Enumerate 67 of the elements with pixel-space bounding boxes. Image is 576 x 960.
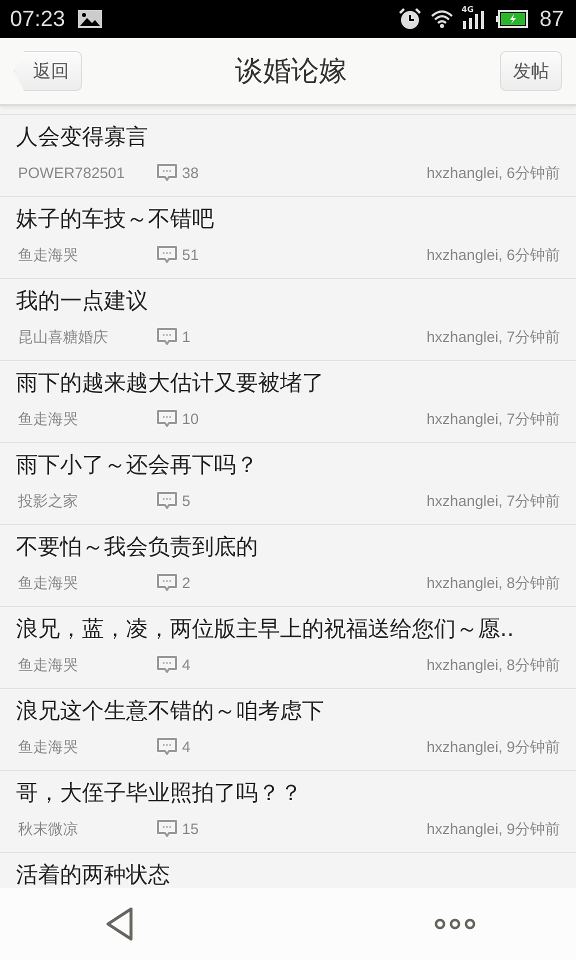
last-reply: hxzhanglei, 7分钟前 <box>426 410 560 428</box>
post-title: 活着的两种状态 <box>16 862 171 888</box>
last-reply: hxzhanglei, 9分钟前 <box>426 738 560 756</box>
post-author: 投影之家 <box>17 492 79 510</box>
post-item[interactable]: 人会变得寡言 POWER782501 38 hxzhanglei, 6分钟前 <box>0 115 576 197</box>
post-title: 人会变得寡言 <box>16 124 149 152</box>
comment-icon <box>156 819 178 839</box>
post-item[interactable]: 雨下小了～还会再下吗？ 投影之家 5 hxzhanglei, 7分钟前 <box>0 443 576 525</box>
reply-count: 4 <box>182 656 190 674</box>
reply-count: 1 <box>182 328 190 346</box>
post-title: 浪兄这个生意不错的～咱考虑下 <box>16 698 325 726</box>
post-author: 鱼走海哭 <box>17 246 79 264</box>
reply-count: 38 <box>182 164 199 182</box>
post-item[interactable]: 活着的两种状态 <box>0 853 576 888</box>
post-item[interactable]: 雨下的越来越大估计又要被堵了 鱼走海哭 10 hxzhanglei, 7分钟前 <box>0 361 576 443</box>
page-title: 谈婚论嫁 <box>235 53 347 89</box>
last-reply: hxzhanglei, 9分钟前 <box>426 820 560 838</box>
more-icon[interactable] <box>434 917 476 931</box>
post-item[interactable]: 我的一点建议 昆山喜糖婚庆 1 hxzhanglei, 7分钟前 <box>0 279 576 361</box>
reply-count: 5 <box>182 492 190 510</box>
last-reply: hxzhanglei, 6分钟前 <box>426 164 560 182</box>
clock-time: 07:23 <box>10 6 66 32</box>
last-reply: hxzhanglei, 8分钟前 <box>426 656 560 674</box>
comment-icon <box>156 655 178 675</box>
battery-icon <box>496 10 528 28</box>
post-button[interactable]: 发帖 <box>500 51 562 91</box>
wifi-icon <box>430 9 454 29</box>
post-author: 鱼走海哭 <box>17 574 79 592</box>
reply-count: 15 <box>182 820 199 838</box>
post-title: 哥，大侄子毕业照拍了吗？？ <box>16 780 303 808</box>
comment-icon <box>156 409 178 429</box>
post-title: 雨下小了～还会再下吗？ <box>16 452 259 480</box>
network-type: 4G <box>462 5 474 14</box>
comment-icon <box>156 573 178 593</box>
post-title: 雨下的越来越大估计又要被堵了 <box>16 370 325 398</box>
post-item[interactable]: 浪兄这个生意不错的～咱考虑下 鱼走海哭 4 hxzhanglei, 9分钟前 <box>0 689 576 771</box>
post-item[interactable]: 不要怕～我会负责到底的 鱼走海哭 2 hxzhanglei, 8分钟前 <box>0 525 576 607</box>
comment-icon <box>156 163 178 183</box>
post-author: 鱼走海哭 <box>17 410 79 428</box>
post-title: 妹子的车技～不错吧 <box>16 206 215 234</box>
reply-count: 2 <box>182 574 190 592</box>
post-author: POWER782501 <box>17 164 126 182</box>
last-reply: hxzhanglei, 8分钟前 <box>426 574 560 592</box>
post-author: 昆山喜糖婚庆 <box>17 328 109 346</box>
last-reply: hxzhanglei, 6分钟前 <box>426 246 560 264</box>
last-reply: hxzhanglei, 7分钟前 <box>426 492 560 510</box>
comment-icon <box>156 737 178 757</box>
last-reply: hxzhanglei, 7分钟前 <box>426 328 560 346</box>
post-author: 鱼走海哭 <box>17 738 79 756</box>
image-icon <box>77 9 104 29</box>
post-title: 浪兄，蓝，凌，两位版主早上的祝福送给您们～愿.. <box>16 616 515 644</box>
alarm-icon <box>398 7 422 31</box>
post-title: 不要怕～我会负责到底的 <box>16 534 259 562</box>
post-author: 鱼走海哭 <box>17 656 79 674</box>
comment-icon <box>156 327 178 347</box>
post-item[interactable]: 浪兄，蓝，凌，两位版主早上的祝福送给您们～愿.. 鱼走海哭 4 hxzhanglei, 8分钟前 <box>0 607 576 689</box>
comment-icon <box>156 491 178 511</box>
post-author: 秋末微凉 <box>17 820 79 838</box>
post-item[interactable]: 妹子的车技～不错吧 鱼走海哭 51 hxzhanglei, 6分钟前 <box>0 197 576 279</box>
post-title: 我的一点建议 <box>16 288 149 316</box>
reply-count: 51 <box>182 246 199 264</box>
post-item[interactable]: 哥，大侄子毕业照拍了吗？？ 秋末微凉 15 hxzhanglei, 9分钟前 <box>0 771 576 853</box>
back-button[interactable]: 返回 <box>14 51 82 91</box>
battery-percent: 87 <box>540 6 564 32</box>
comment-icon <box>156 245 178 265</box>
reply-count: 10 <box>182 410 199 428</box>
reply-count: 4 <box>182 738 190 756</box>
